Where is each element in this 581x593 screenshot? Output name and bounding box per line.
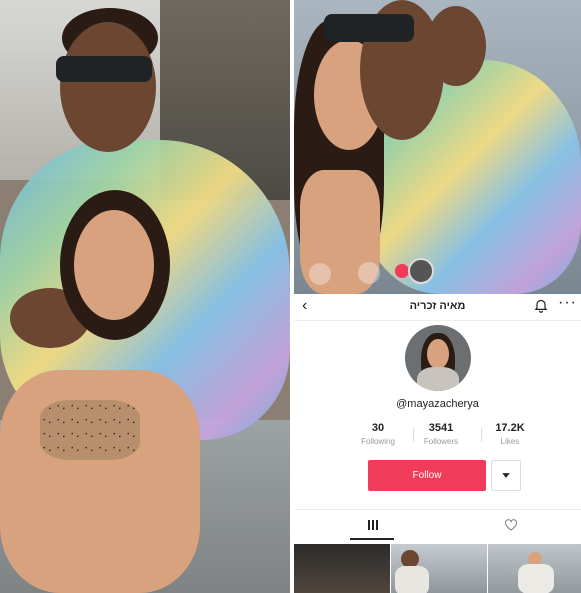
woman-face bbox=[74, 210, 154, 320]
stat-following-value: 30 bbox=[371, 422, 385, 434]
man-face bbox=[60, 22, 156, 152]
more-overlay-icon[interactable] bbox=[309, 263, 331, 285]
stat-following-label: Following bbox=[361, 437, 395, 446]
page-title: מאיה זכריה bbox=[409, 300, 466, 312]
caret-down-icon bbox=[502, 473, 510, 478]
stat-followers-label: Followers bbox=[423, 437, 459, 446]
avatar[interactable] bbox=[405, 325, 471, 391]
stat-likes-label: Likes bbox=[500, 437, 520, 446]
heart-icon[interactable] bbox=[504, 518, 518, 532]
man-sunglasses bbox=[324, 14, 414, 42]
video-thumbnail[interactable] bbox=[488, 544, 581, 593]
suggested-accounts-button[interactable] bbox=[491, 460, 521, 491]
add-overlay-icon[interactable] bbox=[395, 264, 409, 278]
stat-following[interactable]: 30 Following bbox=[343, 422, 413, 446]
stat-followers[interactable]: 3541 Followers bbox=[406, 422, 476, 446]
stat-likes-value: 17.2K bbox=[495, 422, 525, 434]
profile-tabs bbox=[294, 509, 581, 540]
chevron-left-icon[interactable]: ‹ bbox=[302, 298, 318, 314]
stat-followers-value: 3541 bbox=[428, 422, 454, 434]
man-sunglasses bbox=[56, 56, 152, 82]
tiktok-profile: ‹ מאיה זכריה ··· @mayazacherya 30 Follow… bbox=[294, 294, 581, 593]
username: @mayazacherya bbox=[396, 398, 479, 410]
more-icon[interactable]: ··· bbox=[558, 295, 576, 311]
avatar-overlay-icon[interactable] bbox=[408, 258, 434, 284]
stat-likes[interactable]: 17.2K Likes bbox=[475, 422, 545, 446]
profile-header: ‹ מאיה זכריה ··· bbox=[294, 294, 581, 321]
photo-couple-right bbox=[294, 0, 581, 294]
video-thumbnail[interactable] bbox=[294, 544, 390, 593]
tab-active-indicator bbox=[350, 538, 394, 540]
grid-icon[interactable] bbox=[366, 518, 380, 532]
photo-couple-left bbox=[0, 0, 290, 593]
man-hand bbox=[426, 6, 486, 86]
woman-top bbox=[40, 400, 140, 460]
share-overlay-icon[interactable] bbox=[358, 262, 380, 284]
bell-icon[interactable] bbox=[534, 299, 548, 313]
follow-button[interactable]: Follow bbox=[368, 460, 486, 491]
video-thumbnail[interactable] bbox=[391, 544, 487, 593]
